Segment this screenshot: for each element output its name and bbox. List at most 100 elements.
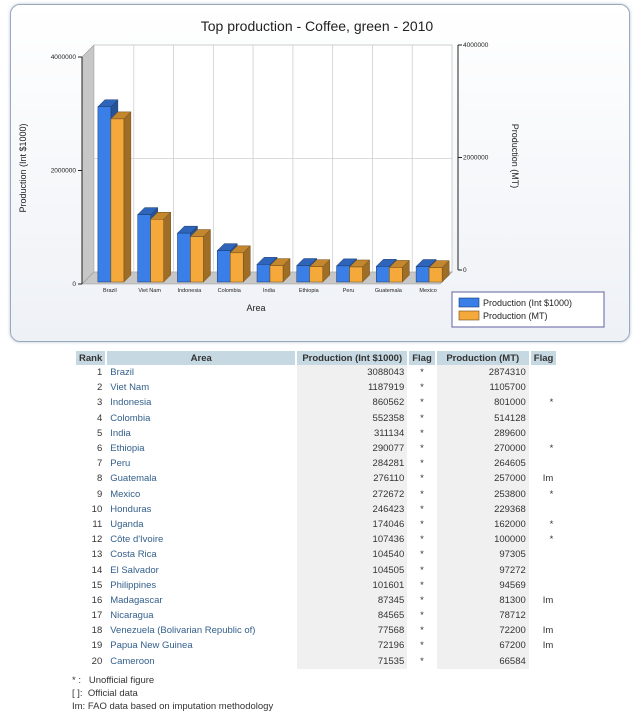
table-header-row: Rank Area Production (Int $1000) Flag Pr… [76, 351, 557, 365]
footnote-official: [ ]: Official data [72, 688, 138, 699]
table-cell-flag-2 [531, 547, 557, 562]
x-axis-label: Area [246, 303, 265, 313]
table-cell-area-link[interactable]: Colombia [107, 410, 296, 426]
table-row: 19 Papua New Guinea 72196 * 67200 Im [76, 638, 556, 654]
y-tick-label-left: 2000000 [51, 168, 77, 175]
x-tick-label: Brazil [103, 288, 117, 294]
table-cell-rank: 1 [96, 367, 103, 379]
table-cell-production-int: 246423 [297, 501, 408, 517]
table-cell-production-mt: 253800 [436, 486, 529, 502]
table-cell-production-int: 84565 [297, 608, 408, 624]
table-row: 6 Ethiopia 290077 * 270000 * [76, 440, 556, 457]
table-cell-area-link[interactable]: Nicaragua [107, 608, 296, 624]
table-row: 2 Viet Nam 1187919 * 1105700 [76, 380, 556, 396]
y-tick-label-left: 4000000 [51, 54, 77, 61]
table-cell-area-link[interactable]: Papua New Guinea [107, 638, 296, 654]
table-cell-rank: 6 [96, 443, 103, 455]
bar-front [137, 214, 151, 283]
table-cell-rank: 4 [96, 412, 103, 424]
table-cell-flag-1: * [409, 501, 435, 517]
bar-front [216, 250, 231, 283]
table-cell-production-int: 1187919 [297, 380, 408, 396]
table-cell-flag-2 [531, 578, 557, 593]
table-cell-flag-2 [531, 411, 557, 426]
table-cell-rank: 5 [96, 427, 103, 439]
y-tick-label-right: 0 [463, 267, 467, 274]
table-cell-flag-2: * [549, 397, 554, 409]
table-cell-production-mt: 97272 [436, 562, 529, 578]
table-cell-area-link[interactable]: Philippines [107, 577, 296, 593]
table-cell-area-link[interactable]: Guatemala [107, 471, 296, 487]
table-cell-flag-2: Im [542, 640, 554, 652]
table-cell-area-link[interactable]: Venezuela (Bolivarian Republic of) [107, 623, 296, 639]
table-cell-area-link[interactable]: Costa Rica [107, 547, 296, 563]
bar-front [177, 232, 191, 283]
table-cell-area-link[interactable]: Cameroon [107, 653, 296, 669]
table-cell-flag-2: Im [542, 625, 554, 637]
table-cell-flag-1: * [409, 577, 435, 593]
x-tick-label: Indonesia [178, 288, 203, 294]
table-cell-area-link[interactable]: El Salvador [107, 562, 296, 578]
table-cell-production-int: 311134 [297, 425, 408, 441]
table-cell-area-link[interactable]: Honduras [107, 501, 296, 517]
footnotes: * : Unofficial figure [ ]: Official data… [72, 674, 273, 713]
x-tick-label: Colombia [218, 288, 242, 294]
y-tick-label-left: 0 [72, 281, 76, 288]
bar-side [123, 111, 132, 283]
table-cell-rank: 7 [96, 458, 103, 470]
table-cell-area-link[interactable]: Peru [107, 456, 296, 472]
table-cell-area-link[interactable]: Indonesia [107, 395, 296, 411]
table-cell-rank: 18 [91, 625, 103, 637]
table-cell-area-link[interactable]: Brazil [107, 365, 296, 381]
table-row: 1 Brazil 3088043 * 2874310 [76, 365, 557, 381]
footnote-imputation: Im: FAO data based on imputation methodo… [72, 701, 274, 712]
table-cell-production-int: 272672 [297, 486, 408, 502]
table-cell-flag-1: * [409, 486, 435, 502]
table-cell-area-link[interactable]: Viet Nam [107, 380, 296, 396]
table-cell-area-link[interactable]: Mexico [107, 486, 296, 502]
table-cell-production-mt: 264605 [436, 456, 529, 472]
table-cell-production-int: 284281 [297, 456, 408, 472]
legend-swatch [458, 310, 480, 321]
x-tick-label: Mexico [419, 288, 436, 294]
table-cell-flag-2 [531, 365, 557, 380]
table-cell-production-int: 104505 [297, 562, 408, 578]
production-table: Rank Area Production (Int $1000) Flag Pr… [74, 351, 558, 669]
table-cell-flag-1: * [409, 395, 435, 411]
table-row: 20 Cameroon 71535 * 66584 [76, 653, 556, 669]
table-cell-production-int: 77568 [297, 623, 408, 639]
table-cell-rank: 9 [96, 488, 103, 500]
table-cell-flag-2: Im [542, 594, 554, 606]
bar-front [150, 219, 164, 283]
table-cell-area-link[interactable]: Ethiopia [107, 440, 296, 457]
bar-mt-viet-nam [150, 211, 172, 283]
table-cell-flag-1: * [409, 516, 435, 533]
bar-chart: 0 2000000 4000000 0 2000000 4000000 Brazil Viet… [18, 18, 605, 328]
table-cell-flag-2 [531, 608, 557, 623]
table-cell-flag-2 [531, 562, 557, 577]
table-cell-production-mt: 100000 [436, 532, 529, 548]
table-cell-flag-1: * [409, 653, 435, 669]
y-axis-label-left: Production (Int $1000) [18, 123, 28, 212]
table-cell-rank: 2 [96, 382, 103, 394]
bar-front [309, 266, 324, 283]
table-cell-flag-1: * [409, 440, 435, 457]
bar-front [428, 267, 443, 283]
table-cell-rank: 15 [91, 579, 103, 591]
table-cell-production-mt: 801000 [436, 395, 529, 411]
table-cell-area-link[interactable]: Madagascar [107, 592, 296, 608]
table-row: 12 Côte d'Ivoire 107436 * 100000 * [76, 532, 556, 548]
x-tick-label: Viet Nam [138, 288, 161, 294]
table-cell-production-mt: 97305 [436, 547, 529, 563]
table-cell-flag-2: Im [542, 473, 554, 485]
table-cell-production-int: 552358 [297, 410, 408, 426]
bar-front [389, 267, 403, 283]
table-cell-area-link[interactable]: Côte d'Ivoire [107, 532, 296, 548]
table-cell-production-mt: 257000 [436, 471, 529, 487]
table-cell-area-link[interactable]: India [107, 425, 296, 441]
table-cell-area-link[interactable]: Uganda [107, 516, 296, 533]
table-cell-production-int: 101601 [297, 577, 408, 593]
table-cell-production-mt: 81300 [436, 592, 529, 608]
bar-front [415, 266, 430, 283]
table-cell-production-mt: 78712 [436, 608, 529, 624]
